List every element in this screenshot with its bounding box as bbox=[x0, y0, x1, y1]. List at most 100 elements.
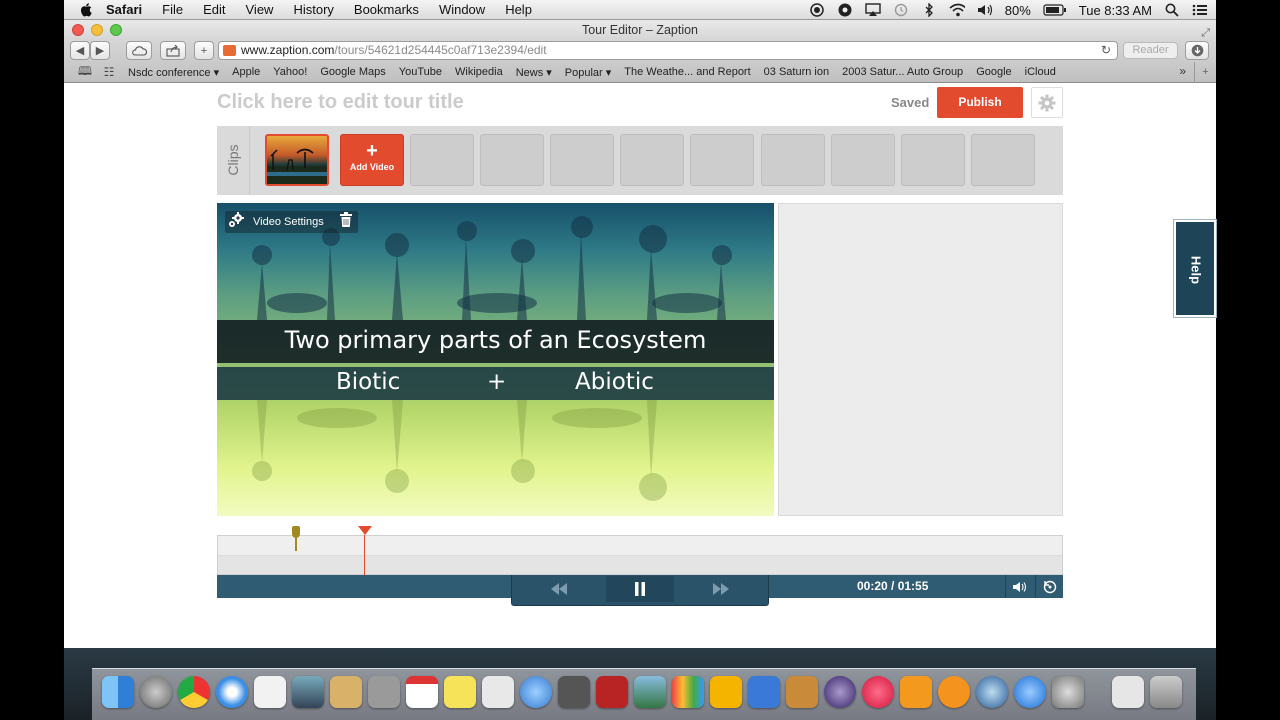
more-bookmarks-icon[interactable]: » bbox=[1179, 64, 1186, 78]
bookmark-saturn-ion[interactable]: 03 Saturn ion bbox=[764, 66, 829, 78]
menu-file[interactable]: File bbox=[162, 2, 183, 17]
keynote-icon[interactable] bbox=[748, 676, 780, 708]
bookmark-weather[interactable]: The Weathe... and Report bbox=[624, 66, 750, 78]
video-settings-button[interactable]: Video Settings bbox=[253, 216, 324, 228]
bookmark-youtube[interactable]: YouTube bbox=[399, 66, 442, 78]
numbers-icon[interactable] bbox=[672, 676, 704, 708]
add-video-button[interactable]: + Add Video bbox=[340, 134, 404, 186]
publish-button[interactable]: Publish bbox=[937, 87, 1023, 118]
bookmark-saturn-auto-group[interactable]: 2003 Satur... Auto Group bbox=[842, 66, 963, 78]
calendar-icon[interactable] bbox=[406, 676, 438, 708]
icloud-tabs-button[interactable] bbox=[126, 41, 152, 60]
share-button[interactable] bbox=[160, 41, 186, 60]
bookmarks-bar: 🕮 ☷ Nsdc conference ▾ Apple Yahoo! Googl… bbox=[64, 62, 1216, 83]
garageband-icon[interactable] bbox=[786, 676, 818, 708]
add-tab-icon[interactable]: + bbox=[1194, 62, 1216, 83]
photo-booth-icon[interactable] bbox=[596, 676, 628, 708]
contacts-icon[interactable] bbox=[330, 676, 362, 708]
quicktime-icon[interactable] bbox=[976, 676, 1008, 708]
facetime-icon[interactable] bbox=[558, 676, 590, 708]
calculator-icon[interactable] bbox=[368, 676, 400, 708]
chrome-icon[interactable] bbox=[178, 676, 210, 708]
bookmark-google-maps[interactable]: Google Maps bbox=[320, 66, 385, 78]
menu-edit[interactable]: Edit bbox=[203, 2, 225, 17]
volume-button[interactable] bbox=[1005, 575, 1033, 598]
chart-app-icon[interactable] bbox=[482, 676, 514, 708]
zoom-window-button[interactable] bbox=[110, 24, 122, 36]
ibooks-icon[interactable] bbox=[900, 676, 932, 708]
safari-icon[interactable] bbox=[216, 676, 248, 708]
evernote-icon[interactable] bbox=[837, 2, 853, 18]
forward-button[interactable]: ▶ bbox=[90, 41, 110, 60]
app-grid-icon[interactable] bbox=[254, 676, 286, 708]
app-store-icon[interactable] bbox=[1014, 676, 1046, 708]
pages-icon[interactable] bbox=[710, 676, 742, 708]
messages-icon[interactable] bbox=[520, 676, 552, 708]
fast-forward-button[interactable] bbox=[674, 576, 768, 602]
reload-icon[interactable]: ↻ bbox=[1101, 42, 1111, 59]
menu-bookmarks[interactable]: Bookmarks bbox=[354, 2, 419, 17]
video-clip-thumbnail[interactable] bbox=[265, 134, 329, 186]
itunes-icon[interactable] bbox=[862, 676, 894, 708]
video-heading: Two primary parts of an Ecosystem bbox=[284, 326, 707, 354]
vlc-icon[interactable] bbox=[938, 676, 970, 708]
reading-list-icon[interactable]: 🕮 bbox=[74, 62, 96, 83]
bookmark-news[interactable]: News ▾ bbox=[516, 66, 552, 79]
iphoto-icon[interactable] bbox=[634, 676, 666, 708]
battery-icon[interactable] bbox=[1043, 2, 1067, 18]
minimize-window-button[interactable] bbox=[91, 24, 103, 36]
trash-icon[interactable] bbox=[339, 212, 352, 232]
system-preferences-icon[interactable] bbox=[1052, 676, 1084, 708]
downloads-button[interactable] bbox=[1185, 41, 1209, 60]
notification-center-icon[interactable] bbox=[1192, 2, 1208, 18]
spotlight-search-icon[interactable] bbox=[1164, 2, 1180, 18]
pause-button[interactable] bbox=[606, 576, 674, 602]
menu-view[interactable]: View bbox=[246, 2, 274, 17]
video-settings-gear-icon[interactable] bbox=[227, 211, 245, 234]
bookmark-nsdc-conference[interactable]: Nsdc conference ▾ bbox=[128, 66, 219, 79]
airplay-icon[interactable] bbox=[865, 2, 881, 18]
documents-folder-icon[interactable] bbox=[1112, 676, 1144, 708]
clock[interactable]: Tue 8:33 AM bbox=[1079, 3, 1152, 18]
menu-window[interactable]: Window bbox=[439, 2, 485, 17]
tour-title-input[interactable]: Click here to edit tour title bbox=[217, 91, 464, 114]
tour-settings-button[interactable] bbox=[1031, 87, 1063, 118]
help-tab[interactable]: Help bbox=[1174, 220, 1216, 317]
bookmark-yahoo[interactable]: Yahoo! bbox=[273, 66, 307, 78]
menu-safari[interactable]: Safari bbox=[106, 2, 142, 17]
preview-icon[interactable] bbox=[292, 676, 324, 708]
menu-help[interactable]: Help bbox=[505, 2, 532, 17]
rewind-button[interactable] bbox=[512, 576, 606, 602]
playhead-handle[interactable] bbox=[358, 526, 372, 535]
apple-icon[interactable] bbox=[80, 2, 94, 17]
bookmark-popular[interactable]: Popular ▾ bbox=[565, 66, 612, 79]
timeline-track[interactable] bbox=[217, 526, 1063, 575]
time-machine-icon[interactable] bbox=[893, 2, 909, 18]
volume-icon[interactable] bbox=[977, 2, 993, 18]
top-sites-icon[interactable]: ☷ bbox=[98, 65, 120, 79]
menu-history[interactable]: History bbox=[293, 2, 333, 17]
trash-can-icon[interactable] bbox=[1150, 676, 1182, 708]
bookmark-apple[interactable]: Apple bbox=[232, 66, 260, 78]
launchpad-icon[interactable] bbox=[140, 676, 172, 708]
reader-button[interactable]: Reader bbox=[1123, 42, 1178, 59]
menu-bar: Safari File Edit View History Bookmarks … bbox=[64, 0, 1216, 20]
replay-button[interactable] bbox=[1035, 575, 1063, 598]
record-icon[interactable] bbox=[809, 2, 825, 18]
close-window-button[interactable] bbox=[72, 24, 84, 36]
video-preview[interactable]: Two primary parts of an Ecosystem Biotic… bbox=[217, 203, 774, 516]
new-tab-button[interactable]: + bbox=[194, 41, 214, 60]
stickies-icon[interactable] bbox=[444, 676, 476, 708]
address-bar[interactable]: www.zaption.com/tours/54621d254445c0af71… bbox=[218, 41, 1118, 60]
wifi-icon[interactable] bbox=[949, 2, 965, 18]
imovie-icon[interactable] bbox=[824, 676, 856, 708]
bookmark-icloud[interactable]: iCloud bbox=[1025, 66, 1056, 78]
empty-clip-slot bbox=[901, 134, 965, 186]
bookmark-google[interactable]: Google bbox=[976, 66, 1011, 78]
transport-controls bbox=[511, 575, 769, 606]
bluetooth-icon[interactable] bbox=[921, 2, 937, 18]
question-marker[interactable] bbox=[292, 526, 300, 538]
finder-icon[interactable] bbox=[102, 676, 134, 708]
back-button[interactable]: ◀ bbox=[70, 41, 90, 60]
bookmark-wikipedia[interactable]: Wikipedia bbox=[455, 66, 503, 78]
